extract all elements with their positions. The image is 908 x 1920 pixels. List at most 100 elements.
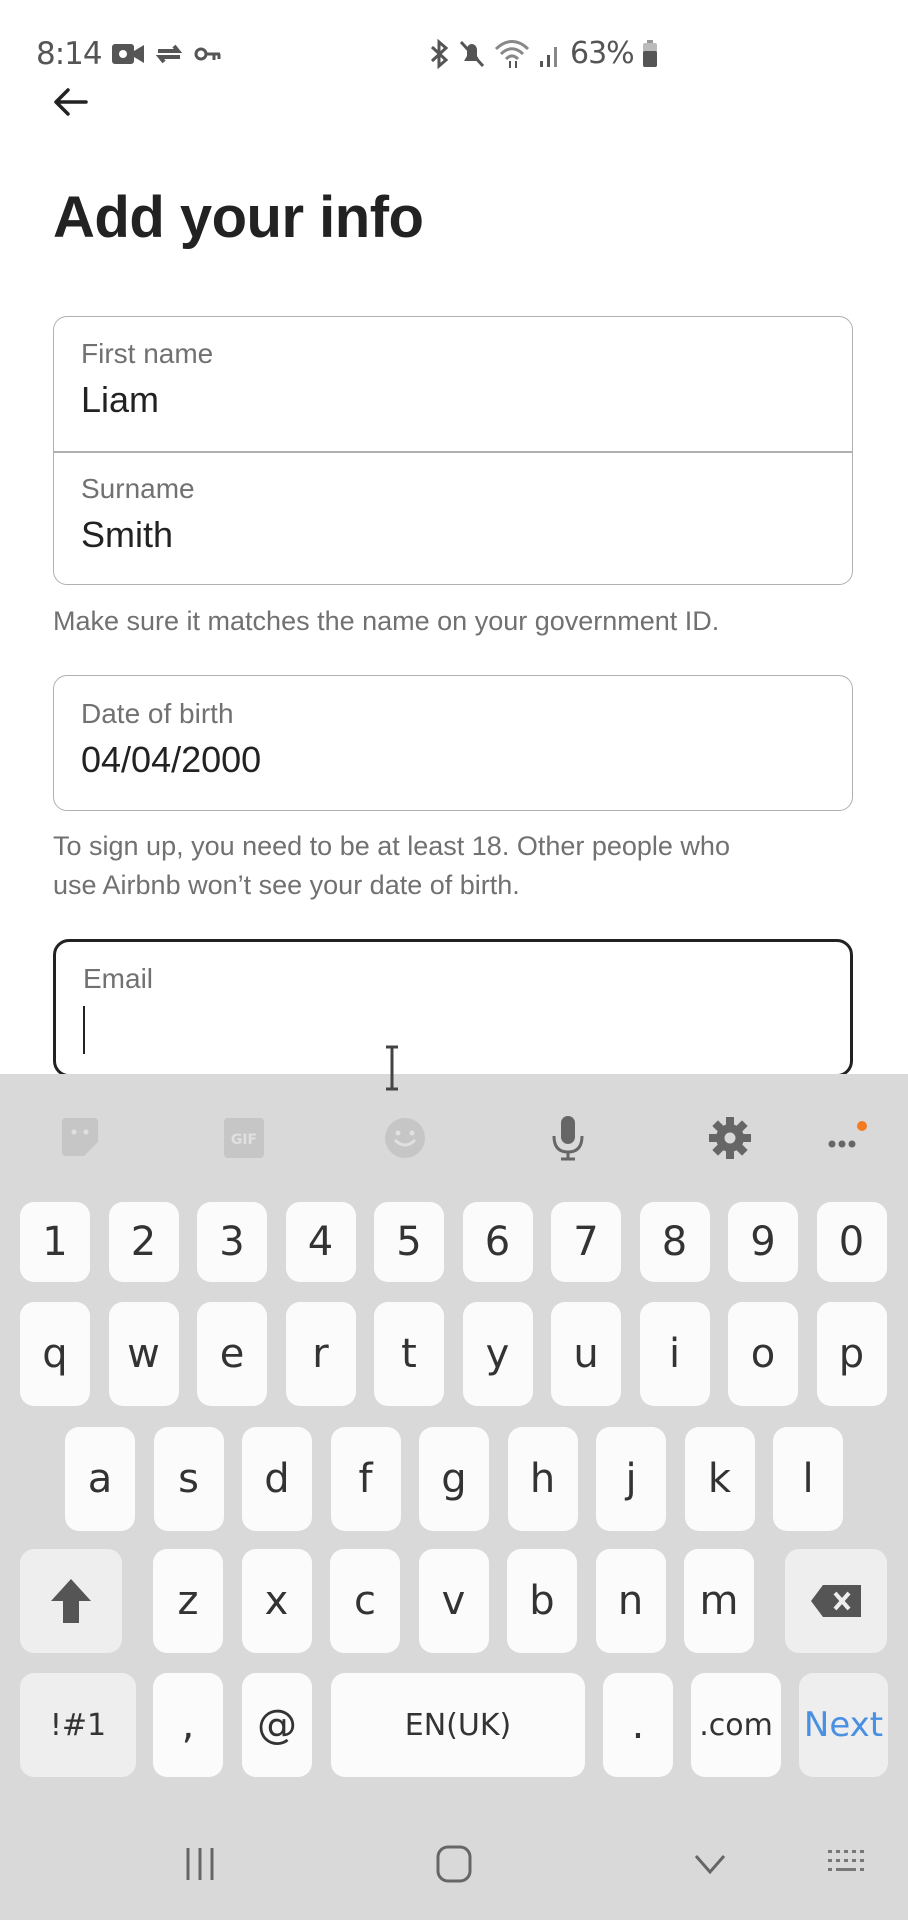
- bluetooth-icon: [430, 38, 449, 69]
- key-m[interactable]: m: [684, 1549, 754, 1653]
- first-name-label: First name: [81, 338, 214, 369]
- shift-key[interactable]: [20, 1549, 122, 1653]
- key-0[interactable]: 0: [816, 1202, 887, 1282]
- page-title: Add your info: [53, 185, 424, 250]
- key-y[interactable]: y: [462, 1302, 533, 1406]
- surname-value[interactable]: Smith: [81, 514, 173, 556]
- key-i[interactable]: i: [639, 1302, 710, 1406]
- key-b[interactable]: b: [507, 1549, 577, 1653]
- key-s[interactable]: s: [153, 1427, 224, 1531]
- recent-apps-icon[interactable]: [180, 1844, 220, 1884]
- video-recording-icon: [112, 44, 144, 64]
- email-label: Email: [83, 963, 154, 994]
- symbols-key-label: !#1: [49, 1707, 107, 1743]
- key-9[interactable]: 9: [728, 1202, 798, 1282]
- back-chevron-icon[interactable]: [690, 1844, 730, 1884]
- key-p-label: p: [838, 1331, 865, 1377]
- space-key[interactable]: EN(UK): [331, 1673, 585, 1777]
- key-6[interactable]: 6: [462, 1202, 533, 1282]
- back-arrow-icon[interactable]: [50, 84, 90, 120]
- battery-icon: [642, 39, 657, 67]
- key-y-label: y: [485, 1331, 510, 1377]
- key-j-label: j: [625, 1456, 637, 1502]
- emoji-icon[interactable]: [381, 1114, 429, 1162]
- email-field[interactable]: Email: [53, 939, 853, 1077]
- gif-icon[interactable]: GIF: [220, 1114, 268, 1162]
- key-v-label: v: [441, 1578, 466, 1624]
- key-e-label: e: [219, 1331, 245, 1377]
- key-g[interactable]: g: [419, 1427, 489, 1531]
- key-e[interactable]: e: [197, 1302, 267, 1406]
- name-hint: Make sure it matches the name on your go…: [53, 606, 720, 636]
- key-j[interactable]: j: [596, 1427, 666, 1531]
- keyboard-switch-icon[interactable]: [826, 1844, 870, 1884]
- key-h-label: h: [529, 1456, 556, 1502]
- key-u[interactable]: u: [551, 1302, 621, 1406]
- surname-label: Surname: [81, 473, 195, 504]
- key-7[interactable]: 7: [551, 1202, 621, 1282]
- key-d[interactable]: d: [242, 1427, 312, 1531]
- key-a[interactable]: a: [65, 1427, 135, 1531]
- key-v[interactable]: v: [418, 1549, 489, 1653]
- home-icon[interactable]: [434, 1844, 474, 1884]
- next-key-label: Next: [803, 1705, 884, 1745]
- next-key[interactable]: Next: [799, 1673, 888, 1777]
- mouse-ibeam-cursor: [386, 1045, 398, 1091]
- space-key-label: EN(UK): [404, 1707, 512, 1743]
- microphone-icon[interactable]: [544, 1114, 592, 1162]
- key-8[interactable]: 8: [639, 1202, 710, 1282]
- date-of-birth-field[interactable]: Date of birth 04/04/2000: [53, 675, 853, 811]
- wifi-icon: [494, 39, 530, 68]
- key-p[interactable]: p: [816, 1302, 887, 1406]
- key-1[interactable]: 1: [20, 1202, 90, 1282]
- key-3[interactable]: 3: [197, 1202, 267, 1282]
- key-n[interactable]: n: [595, 1549, 666, 1653]
- mute-icon: [459, 40, 485, 67]
- status-time: 8:14: [36, 36, 103, 72]
- sticker-icon[interactable]: [56, 1114, 104, 1162]
- shift-arrow-icon: [51, 1579, 91, 1623]
- key-9-label: 9: [750, 1219, 776, 1265]
- first-name-value[interactable]: Liam: [81, 379, 159, 421]
- key-o-label: o: [750, 1331, 776, 1377]
- key-l[interactable]: l: [773, 1427, 843, 1531]
- key-r[interactable]: r: [285, 1302, 356, 1406]
- key-2[interactable]: 2: [108, 1202, 179, 1282]
- keyboard: GIF 1 2 3 4 5 6 7 8 9 0 q w e r t y u i o p a s d f g h j k l z x c v b n m…: [0, 1074, 908, 1920]
- key-z-label: z: [177, 1578, 199, 1624]
- name-card: First name Liam Surname Smith: [53, 316, 853, 585]
- key-n-label: n: [617, 1578, 644, 1624]
- key-4[interactable]: 4: [285, 1202, 356, 1282]
- key-k[interactable]: k: [684, 1427, 755, 1531]
- surname-field[interactable]: Surname Smith: [54, 452, 852, 586]
- key-5[interactable]: 5: [374, 1202, 444, 1282]
- key-o[interactable]: o: [728, 1302, 798, 1406]
- key-f[interactable]: f: [330, 1427, 401, 1531]
- key-z[interactable]: z: [153, 1549, 223, 1653]
- settings-icon[interactable]: [706, 1114, 754, 1162]
- period-key-label: .: [631, 1702, 645, 1748]
- key-x[interactable]: x: [241, 1549, 312, 1653]
- status-left-icons: [112, 42, 222, 66]
- comma-key[interactable]: ,: [153, 1673, 223, 1777]
- key-h[interactable]: h: [507, 1427, 578, 1531]
- key-g-label: g: [441, 1456, 467, 1502]
- key-t[interactable]: t: [374, 1302, 444, 1406]
- period-key[interactable]: .: [603, 1673, 673, 1777]
- key-l-label: l: [802, 1456, 814, 1502]
- comma-key-label: ,: [181, 1702, 195, 1748]
- symbols-key[interactable]: !#1: [20, 1673, 136, 1777]
- date-of-birth-value[interactable]: 04/04/2000: [81, 739, 261, 781]
- key-q[interactable]: q: [20, 1302, 90, 1406]
- vpn-key-icon: [194, 47, 221, 61]
- key-f-label: f: [358, 1456, 373, 1502]
- backspace-key[interactable]: [785, 1549, 887, 1653]
- more-icon[interactable]: [822, 1114, 870, 1162]
- first-name-field[interactable]: First name Liam: [54, 317, 852, 451]
- dob-hint-line2: use Airbnb won’t see your date of birth.: [53, 870, 520, 900]
- key-w[interactable]: w: [108, 1302, 179, 1406]
- dob-hint-line1: To sign up, you need to be at least 18. …: [53, 831, 730, 861]
- dotcom-key[interactable]: .com: [691, 1673, 781, 1777]
- key-c[interactable]: c: [330, 1549, 400, 1653]
- at-key[interactable]: @: [242, 1673, 312, 1777]
